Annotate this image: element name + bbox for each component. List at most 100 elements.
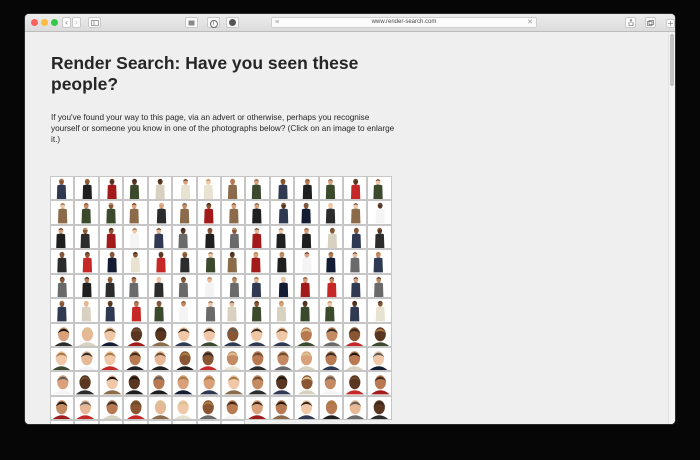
photo-thumbnail[interactable] [98,200,124,225]
photo-thumbnail[interactable] [318,298,344,323]
photo-thumbnail[interactable] [269,298,295,323]
photo-thumbnail[interactable] [220,224,246,250]
share-button[interactable] [625,17,636,28]
photo-thumbnail[interactable] [294,273,319,299]
privacy-button[interactable] [185,17,198,28]
photo-thumbnail[interactable] [318,371,344,396]
photo-thumbnail[interactable] [123,273,148,299]
photo-thumbnail[interactable] [220,346,246,372]
photo-thumbnail[interactable] [147,249,173,274]
scrollbar-thumb[interactable] [670,34,674,86]
photo-thumbnail[interactable] [196,200,221,225]
photo-thumbnail[interactable] [74,420,99,424]
photo-thumbnail[interactable] [196,176,221,201]
photo-thumbnail[interactable] [343,176,368,201]
photo-thumbnail[interactable] [196,346,221,372]
info-button[interactable]: i [207,17,220,28]
photo-thumbnail[interactable] [294,371,319,396]
photo-thumbnail[interactable] [98,322,124,347]
photo-thumbnail[interactable] [245,298,270,323]
photo-thumbnail[interactable] [220,420,246,424]
photo-thumbnail[interactable] [245,176,270,201]
photo-thumbnail[interactable] [343,371,368,396]
photo-thumbnail[interactable] [294,224,319,250]
photo-thumbnail[interactable] [74,224,99,250]
photo-thumbnail[interactable] [367,200,392,225]
photo-thumbnail[interactable] [74,322,99,347]
photo-thumbnail[interactable] [294,346,319,372]
photo-thumbnail[interactable] [172,176,197,201]
photo-thumbnail[interactable] [318,249,344,274]
photo-thumbnail[interactable] [147,395,173,421]
photo-thumbnail[interactable] [123,395,148,421]
photo-thumbnail[interactable] [367,298,392,323]
photo-thumbnail[interactable] [294,249,319,274]
photo-thumbnail[interactable] [74,298,99,323]
photo-thumbnail[interactable] [343,322,368,347]
photo-thumbnail[interactable] [318,395,344,421]
photo-thumbnail[interactable] [367,176,392,201]
photo-thumbnail[interactable] [245,249,270,274]
photo-thumbnail[interactable] [343,273,368,299]
photo-thumbnail[interactable] [343,200,368,225]
photo-thumbnail[interactable] [196,249,221,274]
photo-thumbnail[interactable] [318,322,344,347]
photo-thumbnail[interactable] [343,395,368,421]
photo-thumbnail[interactable] [123,249,148,274]
photo-thumbnail[interactable] [245,224,270,250]
photo-thumbnail[interactable] [98,249,124,274]
photo-thumbnail[interactable] [172,395,197,421]
photo-thumbnail[interactable] [123,346,148,372]
photo-thumbnail[interactable] [50,420,75,424]
photo-thumbnail[interactable] [172,224,197,250]
photo-thumbnail[interactable] [123,371,148,396]
photo-thumbnail[interactable] [318,200,344,225]
photo-thumbnail[interactable] [294,395,319,421]
photo-thumbnail[interactable] [172,273,197,299]
photo-thumbnail[interactable] [343,224,368,250]
photo-thumbnail[interactable] [269,371,295,396]
photo-thumbnail[interactable] [74,395,99,421]
photo-thumbnail[interactable] [294,322,319,347]
photo-thumbnail[interactable] [367,395,392,421]
photo-thumbnail[interactable] [196,273,221,299]
photo-thumbnail[interactable] [74,346,99,372]
photo-thumbnail[interactable] [147,200,173,225]
photo-thumbnail[interactable] [269,395,295,421]
photo-thumbnail[interactable] [220,322,246,347]
photo-thumbnail[interactable] [196,224,221,250]
photo-thumbnail[interactable] [367,273,392,299]
photo-thumbnail[interactable] [98,273,124,299]
photo-thumbnail[interactable] [196,322,221,347]
photo-thumbnail[interactable] [123,200,148,225]
photo-thumbnail[interactable] [123,176,148,201]
photo-thumbnail[interactable] [50,298,75,323]
photo-thumbnail[interactable] [294,200,319,225]
photo-thumbnail[interactable] [172,200,197,225]
photo-thumbnail[interactable] [245,273,270,299]
photo-thumbnail[interactable] [318,273,344,299]
back-button[interactable]: ‹ [62,17,71,28]
photo-thumbnail[interactable] [123,420,148,424]
photo-thumbnail[interactable] [367,224,392,250]
photo-thumbnail[interactable] [196,298,221,323]
photo-thumbnail[interactable] [245,371,270,396]
photo-thumbnail[interactable] [220,249,246,274]
photo-thumbnail[interactable] [98,298,124,323]
photo-thumbnail[interactable] [220,395,246,421]
photo-thumbnail[interactable] [98,224,124,250]
photo-thumbnail[interactable] [50,371,75,396]
photo-thumbnail[interactable] [343,249,368,274]
photo-thumbnail[interactable] [98,395,124,421]
photo-thumbnail[interactable] [269,224,295,250]
photo-thumbnail[interactable] [147,346,173,372]
photo-thumbnail[interactable] [50,346,75,372]
photo-thumbnail[interactable] [367,346,392,372]
photo-thumbnail[interactable] [50,395,75,421]
photo-thumbnail[interactable] [50,273,75,299]
photo-thumbnail[interactable] [343,298,368,323]
photo-thumbnail[interactable] [147,371,173,396]
photo-thumbnail[interactable] [343,346,368,372]
page-scrollbar[interactable] [668,32,675,424]
photo-thumbnail[interactable] [147,298,173,323]
